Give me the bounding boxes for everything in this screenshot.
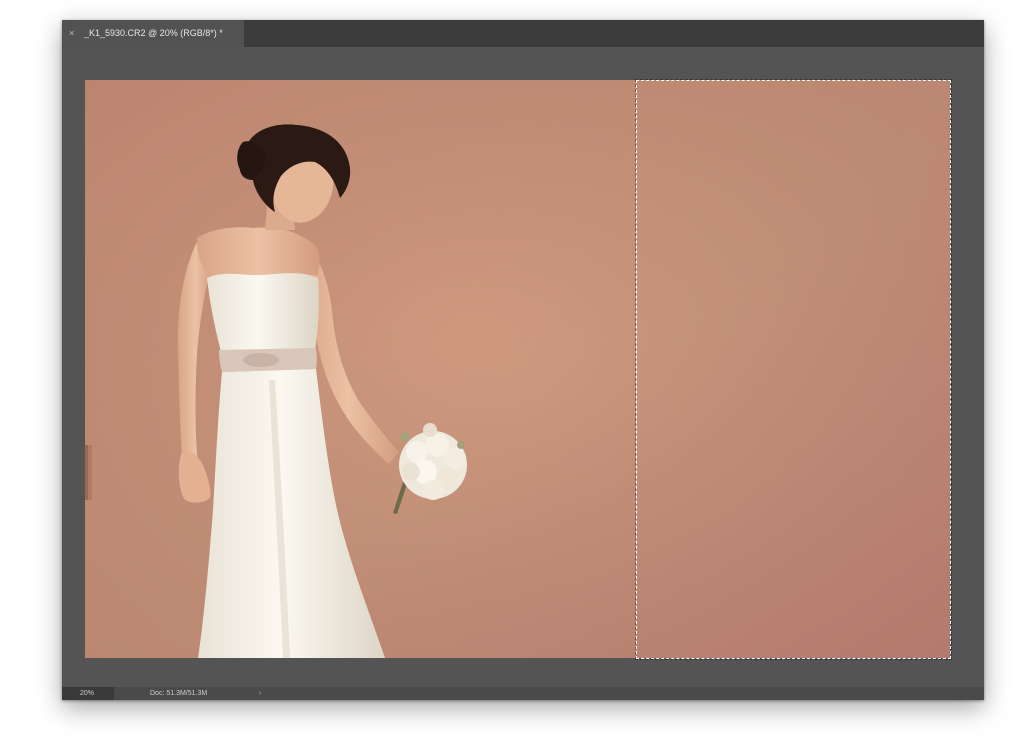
document-window: × _K1_5930.CR2 @ 20% (RGB/8*) * 20% Doc:…	[62, 20, 984, 700]
document-image[interactable]	[85, 80, 950, 658]
zoom-level-field[interactable]: 20%	[62, 687, 114, 700]
close-tab-icon[interactable]: ×	[69, 20, 74, 47]
status-bar: 20% Doc: 51.3M/51.3M ›	[62, 687, 984, 700]
tab-bar: × _K1_5930.CR2 @ 20% (RGB/8*) *	[62, 20, 984, 47]
document-size-info: Doc: 51.3M/51.3M	[150, 690, 208, 697]
document-tab-title: _K1_5930.CR2 @ 20% (RGB/8*) *	[84, 28, 223, 38]
status-menu-arrow-icon[interactable]: ›	[259, 687, 261, 700]
photo-bride-with-bouquet	[85, 80, 950, 658]
canvas-area[interactable]	[62, 47, 984, 687]
document-tab[interactable]: × _K1_5930.CR2 @ 20% (RGB/8*) *	[62, 20, 244, 47]
